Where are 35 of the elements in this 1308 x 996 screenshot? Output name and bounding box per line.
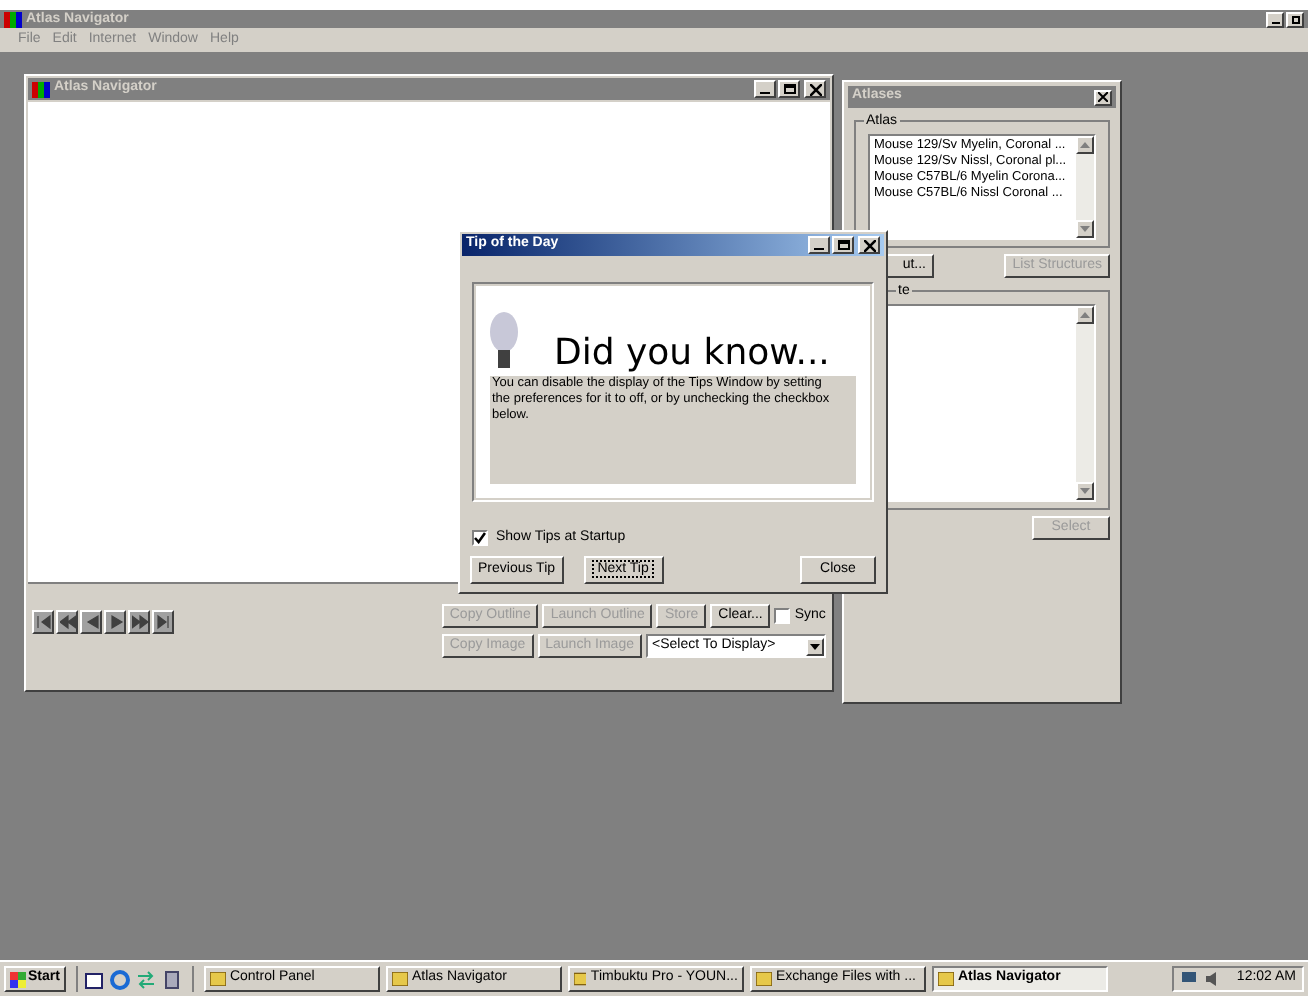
maximize-icon[interactable] — [832, 236, 854, 254]
window-icon — [755, 972, 772, 986]
scroll-down-icon[interactable] — [1076, 482, 1094, 500]
app-icon — [32, 81, 50, 97]
tip-heading: Did you know... — [554, 332, 830, 376]
restore-icon[interactable] — [1286, 11, 1304, 27]
playback-button[interactable] — [152, 610, 174, 634]
window-icon — [391, 972, 408, 986]
playback-button[interactable] — [128, 610, 150, 634]
minimize-icon[interactable] — [1266, 11, 1284, 27]
minimize-icon[interactable] — [754, 80, 776, 98]
playback-button[interactable] — [80, 610, 102, 634]
playback-button[interactable] — [32, 610, 54, 634]
close-icon[interactable] — [1094, 89, 1112, 105]
windows-logo-icon — [10, 971, 26, 987]
minimize-icon[interactable] — [808, 236, 830, 254]
close-icon[interactable] — [858, 236, 880, 254]
close-icon[interactable] — [804, 80, 826, 98]
dropdown-arrow-icon[interactable] — [806, 637, 824, 655]
scroll-down-icon[interactable] — [1076, 220, 1094, 238]
desktop-icon[interactable] — [83, 969, 104, 989]
window-icon — [209, 972, 226, 986]
scroll-up-icon[interactable] — [1076, 306, 1094, 324]
playback-button[interactable] — [56, 610, 78, 634]
checkbox[interactable] — [774, 608, 791, 624]
scroll-up-icon[interactable] — [1076, 136, 1094, 154]
computer-icon[interactable] — [161, 969, 182, 989]
app-icon — [4, 11, 22, 27]
checkbox[interactable] — [472, 530, 488, 547]
lightbulb-icon — [490, 312, 518, 372]
window-icon — [937, 972, 954, 986]
window-icon — [573, 972, 587, 986]
playback-button[interactable] — [104, 610, 126, 634]
maximize-icon[interactable] — [778, 80, 800, 98]
network-icon — [1180, 970, 1199, 988]
